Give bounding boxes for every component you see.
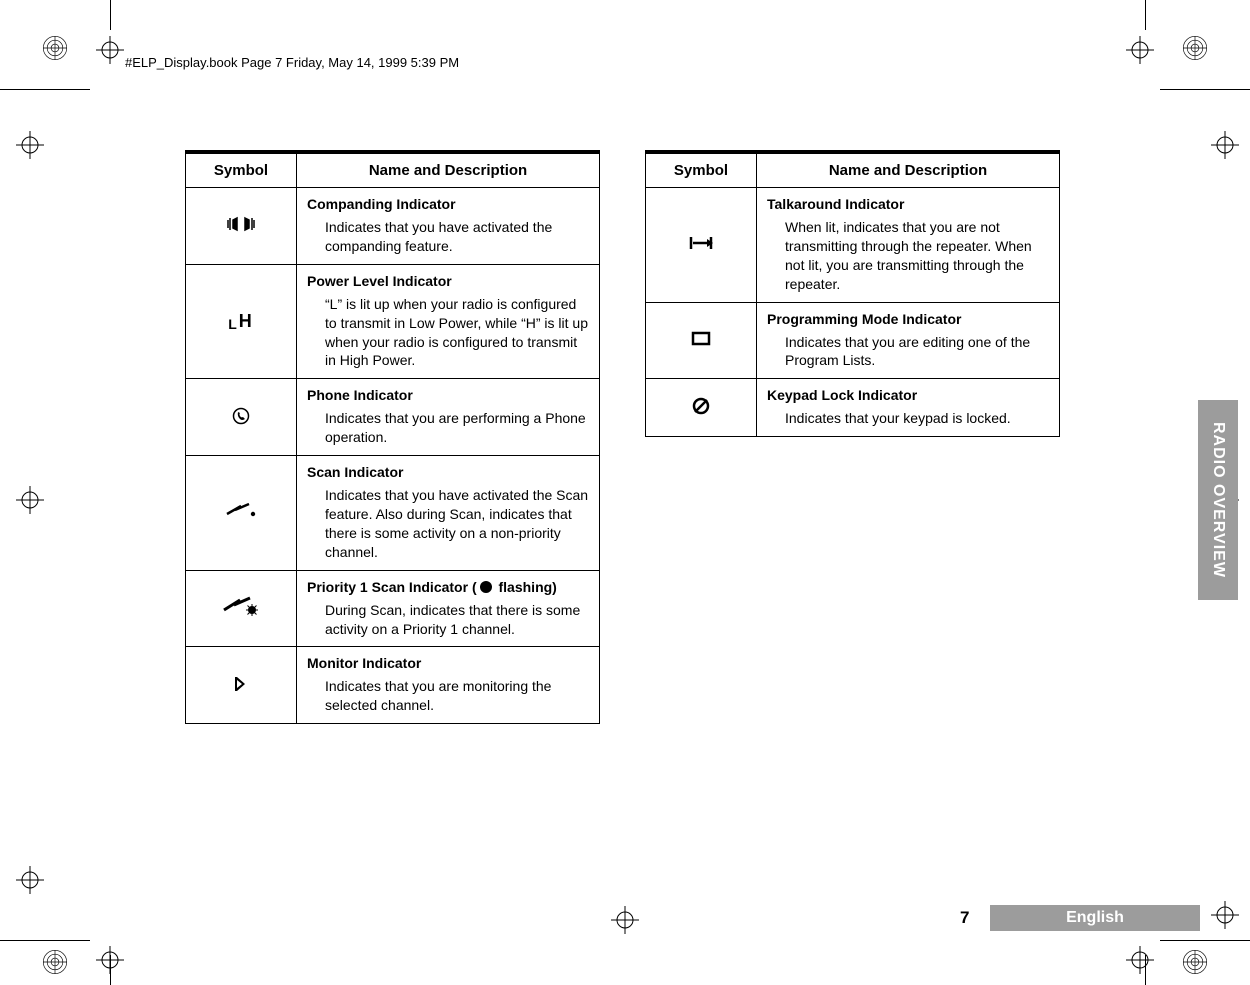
row-title: Monitor Indicator — [307, 655, 589, 671]
crop-mark — [1145, 0, 1146, 30]
crosshair-icon — [10, 480, 50, 520]
row-title: Scan Indicator — [307, 464, 589, 480]
programming-icon — [691, 334, 711, 350]
scan-icon — [225, 507, 257, 523]
page-number: 7 — [960, 908, 969, 928]
crosshair-icon — [90, 30, 130, 70]
table-row: Keypad Lock Indicator Indicates that your… — [646, 379, 1060, 437]
row-title: Programming Mode Indicator — [767, 311, 1049, 327]
monitor-icon — [233, 680, 249, 696]
crosshair-icon — [1120, 940, 1160, 980]
table-row: Monitor Indicator Indicates that you are … — [186, 647, 600, 724]
keypad-lock-icon — [692, 402, 710, 418]
priority-scan-icon — [222, 605, 260, 621]
row-title: Phone Indicator — [307, 387, 589, 403]
registration-mark-icon — [42, 949, 68, 975]
crop-mark — [1160, 89, 1250, 90]
crosshair-icon — [1205, 895, 1245, 935]
table-row: Programming Mode Indicator Indicates that… — [646, 302, 1060, 379]
table-row: Companding Indicator Indicates that you h… — [186, 188, 600, 265]
phone-icon — [232, 412, 250, 428]
crop-mark — [1160, 940, 1250, 941]
table-row: Scan Indicator Indicates that you have ac… — [186, 456, 600, 571]
col-header-desc: Name and Description — [297, 152, 600, 188]
content-area: Symbol Name and Description Companding I… — [185, 150, 1055, 724]
row-body: Indicates that you have activated the Sc… — [307, 486, 589, 562]
row-title: Talkaround Indicator — [767, 196, 1049, 212]
col-header-desc: Name and Description — [757, 152, 1060, 188]
power-level-icon: LH — [228, 311, 254, 331]
table-row: Priority 1 Scan Indicator ( flashing) Dur… — [186, 570, 600, 647]
registration-mark-icon — [1182, 949, 1208, 975]
dot-icon — [480, 581, 492, 593]
table-row: LH Power Level Indicator “L” is lit up wh… — [186, 264, 600, 379]
table-right: Symbol Name and Description Talkaround I… — [645, 150, 1060, 724]
crosshair-icon — [10, 860, 50, 900]
crosshair-icon — [605, 900, 645, 940]
row-body: Indicates that you are monitoring the se… — [307, 677, 589, 715]
row-title: Priority 1 Scan Indicator ( flashing) — [307, 579, 589, 595]
talkaround-icon — [689, 238, 713, 254]
col-header-symbol: Symbol — [186, 152, 297, 188]
registration-mark-icon — [1182, 35, 1208, 61]
page-header: #ELP_Display.book Page 7 Friday, May 14,… — [125, 55, 459, 70]
row-body: Indicates that you have activated the co… — [307, 218, 589, 256]
table-row: Talkaround Indicator When lit, indicates … — [646, 188, 1060, 303]
row-body: “L” is lit up when your radio is configu… — [307, 295, 589, 371]
crosshair-icon — [1120, 30, 1160, 70]
language-footer: English — [990, 905, 1200, 931]
row-body: Indicates that you are performing a Phon… — [307, 409, 589, 447]
crop-mark — [110, 0, 111, 30]
table-row: Phone Indicator Indicates that you are pe… — [186, 379, 600, 456]
col-header-symbol: Symbol — [646, 152, 757, 188]
crop-mark — [0, 89, 90, 90]
row-title: Companding Indicator — [307, 196, 589, 212]
row-title: Keypad Lock Indicator — [767, 387, 1049, 403]
crosshair-icon — [10, 125, 50, 165]
row-body: When lit, indicates that you are not tra… — [767, 218, 1049, 294]
section-tab: RADIO OVERVIEW — [1198, 400, 1238, 600]
crop-mark — [0, 940, 90, 941]
crosshair-icon — [90, 940, 130, 980]
crosshair-icon — [1205, 125, 1245, 165]
row-title: Power Level Indicator — [307, 273, 589, 289]
companding-icon — [227, 219, 255, 235]
table-left: Symbol Name and Description Companding I… — [185, 150, 600, 724]
registration-mark-icon — [42, 35, 68, 61]
row-body: During Scan, indicates that there is som… — [307, 601, 589, 639]
row-body: Indicates that your keypad is locked. — [767, 409, 1049, 428]
row-body: Indicates that you are editing one of th… — [767, 333, 1049, 371]
